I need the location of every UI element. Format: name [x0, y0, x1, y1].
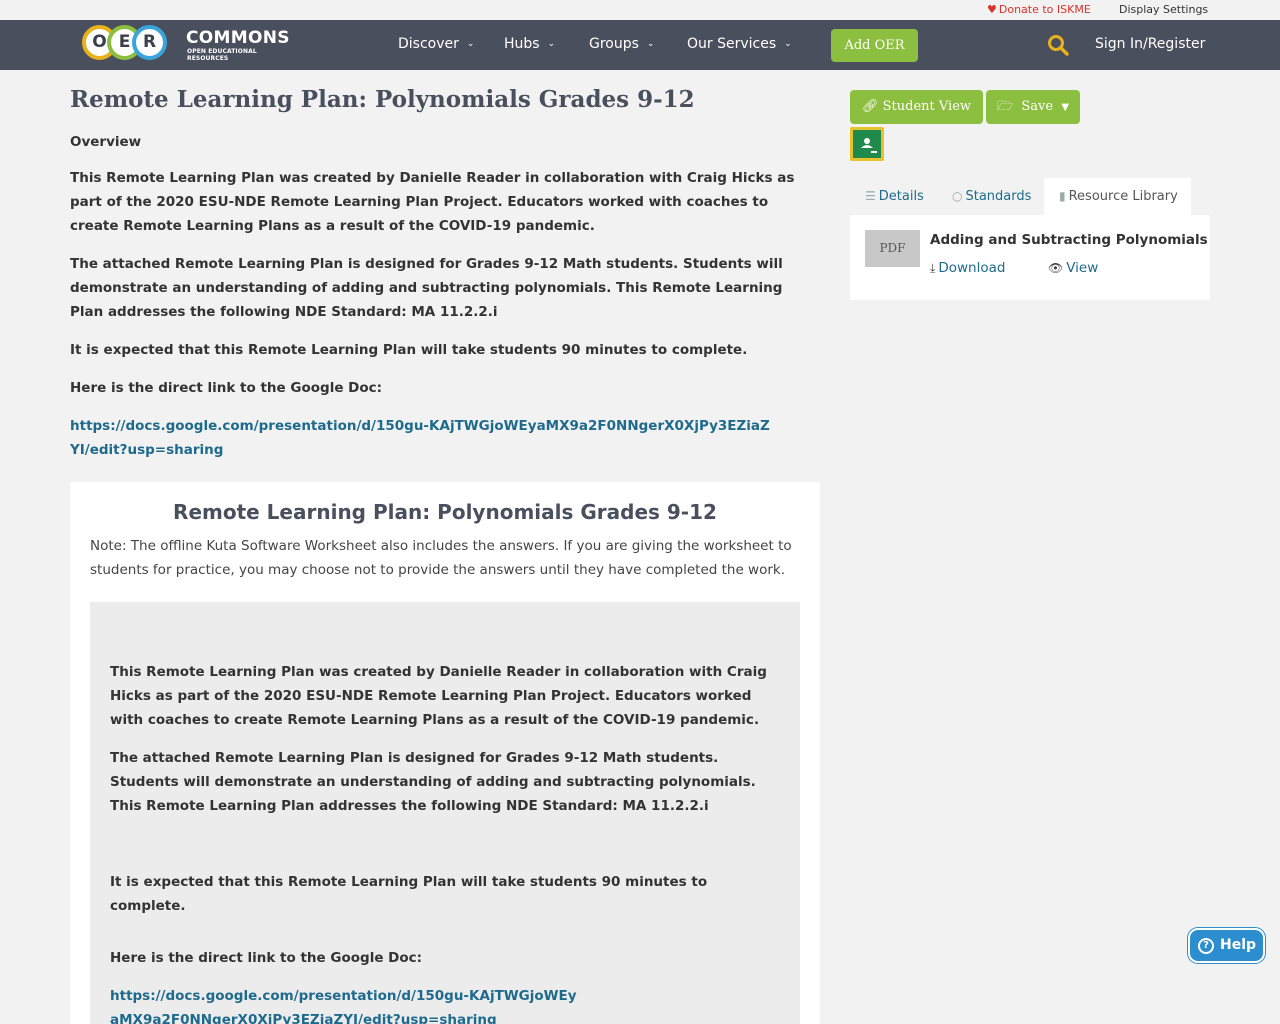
tab-details-label: Details: [878, 189, 924, 204]
utility-bar: ♥ Donate to ISKME Display Settings: [0, 0, 1280, 20]
donate-label: Donate to ISKME: [998, 3, 1091, 16]
heart-icon: ♥: [987, 3, 997, 16]
nav-hubs[interactable]: Hubs ⌄: [504, 36, 555, 52]
download-link[interactable]: ⤓ Download: [930, 260, 1005, 276]
overview-heading: Overview: [70, 134, 142, 150]
save-label: Save: [1021, 99, 1054, 114]
display-settings-link[interactable]: Display Settings: [1119, 3, 1208, 16]
tab-resource-library-label: Resource Library: [1068, 189, 1178, 204]
logo-word: COMMONS: [186, 28, 290, 48]
nav-our-services-label: Our Services: [687, 36, 777, 52]
main-navbar: O E R COMMONS OPEN EDUCATIONAL RESOURCES…: [0, 20, 1280, 70]
tab-standards[interactable]: ○ Standards: [952, 178, 1031, 215]
overview-paragraph-1: This Remote Learning Plan was created by…: [70, 170, 795, 234]
download-icon: ⤓: [930, 261, 936, 275]
google-classroom-button[interactable]: [850, 127, 884, 161]
embed-google-doc-link[interactable]: https://docs.google.com/presentation/d/1…: [110, 988, 577, 1024]
embed-content-box: This Remote Learning Plan was created by…: [90, 602, 800, 1024]
page-title: Remote Learning Plan: Polynomials Grades…: [70, 86, 695, 113]
embedded-document: Remote Learning Plan: Polynomials Grades…: [70, 482, 820, 1024]
donate-link[interactable]: ♥ Donate to ISKME: [987, 3, 1091, 16]
embed-paragraph-1: This Remote Learning Plan was created by…: [110, 664, 767, 728]
circle-icon: ○: [952, 189, 963, 203]
chevron-down-icon: ⌄: [784, 39, 792, 49]
search-icon[interactable]: [1047, 34, 1069, 56]
question-icon: ?: [1198, 938, 1214, 954]
sign-in-register-link[interactable]: Sign In/Register: [1095, 36, 1205, 52]
pdf-thumbnail[interactable]: PDF: [865, 230, 920, 267]
google-doc-link[interactable]: https://docs.google.com/presentation/d/1…: [70, 418, 770, 458]
student-view-button[interactable]: 🔗︎ Student View: [850, 90, 983, 124]
embed-note: Note: The offline Kuta Software Workshee…: [90, 538, 792, 578]
student-view-label: Student View: [882, 99, 972, 114]
nav-discover-label: Discover: [398, 36, 459, 52]
nav-groups[interactable]: Groups ⌄: [589, 36, 654, 52]
resource-tabs: ☰ Details ○ Standards ▮ Resource Library: [850, 178, 1210, 215]
nav-our-services[interactable]: Our Services ⌄: [687, 36, 792, 52]
resource-title: Adding and Subtracting Polynomials: [930, 232, 1208, 248]
tab-resource-library[interactable]: ▮ Resource Library: [1044, 178, 1191, 215]
embed-title: Remote Learning Plan: Polynomials Grades…: [173, 500, 717, 524]
caret-down-icon: ▼: [1061, 102, 1070, 113]
folder-icon: 🗁︎: [996, 99, 1014, 114]
chevron-down-icon: ⌄: [547, 39, 556, 49]
help-button[interactable]: ? Help: [1188, 928, 1265, 963]
google-classroom-icon: [853, 130, 881, 158]
tab-details[interactable]: ☰ Details: [865, 178, 924, 215]
resource-library-panel: PDF Adding and Subtracting Polynomials ⤓…: [850, 215, 1210, 300]
book-icon: ▮: [1059, 189, 1066, 203]
nav-groups-label: Groups: [589, 36, 639, 52]
embed-paragraph-2: The attached Remote Learning Plan is des…: [110, 750, 756, 814]
overview-paragraph-2: The attached Remote Learning Plan is des…: [70, 256, 783, 320]
chevron-down-icon: ⌄: [466, 39, 475, 49]
overview-paragraph-4: Here is the direct link to the Google Do…: [70, 380, 383, 396]
embed-paragraph-3: It is expected that this Remote Learning…: [110, 874, 708, 914]
chevron-down-icon: ⌄: [646, 39, 655, 49]
download-label: Download: [938, 260, 1006, 276]
nav-discover[interactable]: Discover ⌄: [398, 36, 474, 52]
view-label: View: [1066, 260, 1099, 276]
tab-standards-label: Standards: [965, 189, 1032, 204]
save-button[interactable]: 🗁︎ Save ▼: [986, 90, 1080, 124]
list-icon: ☰: [865, 189, 876, 203]
nav-hubs-label: Hubs: [504, 36, 540, 52]
embed-paragraph-4: Here is the direct link to the Google Do…: [110, 950, 423, 966]
overview-paragraph-3: It is expected that this Remote Learning…: [70, 342, 748, 358]
logo-letter-r: R: [132, 25, 167, 60]
oer-commons-logo[interactable]: O E R COMMONS OPEN EDUCATIONAL RESOURCES: [82, 25, 290, 63]
add-oer-button[interactable]: Add OER: [831, 29, 918, 62]
eye-icon: 👁︎: [1048, 261, 1064, 275]
help-label: Help: [1220, 937, 1257, 953]
logo-subtitle: OPEN EDUCATIONAL RESOURCES: [187, 48, 257, 62]
view-link[interactable]: 👁︎ View: [1048, 260, 1098, 276]
link-icon: 🔗︎: [861, 99, 879, 114]
